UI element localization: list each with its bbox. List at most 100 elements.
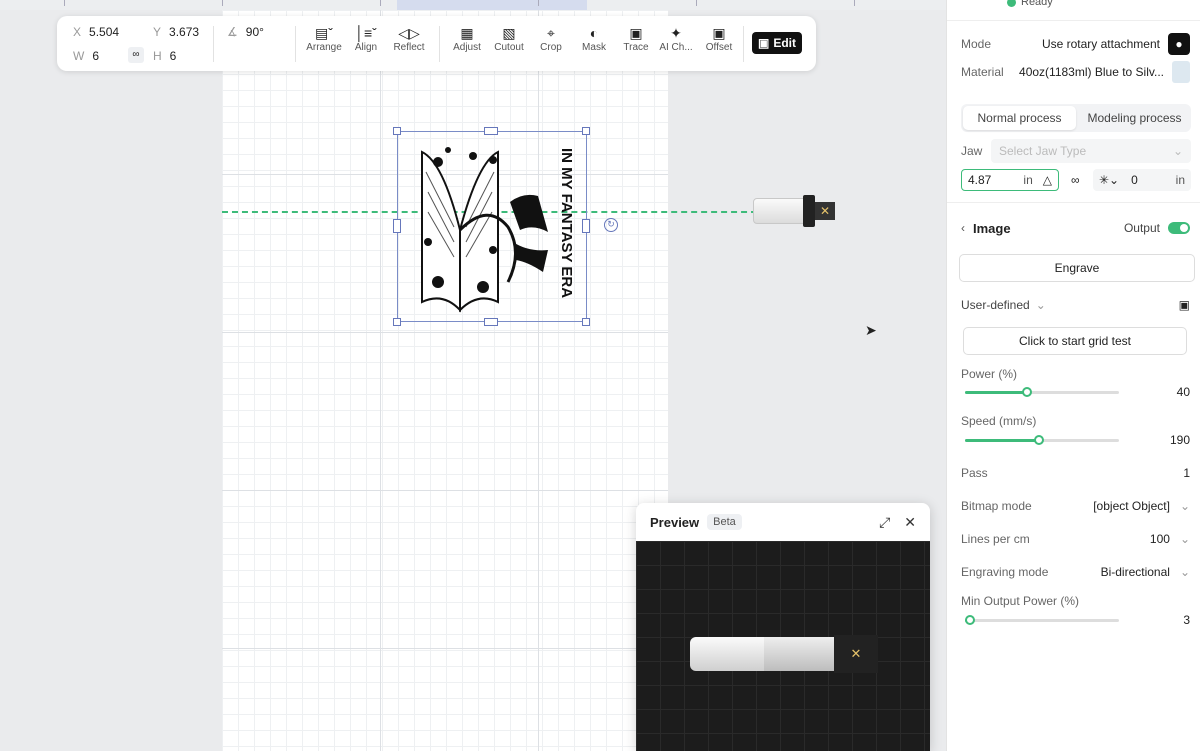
link-icon[interactable]: ∞ xyxy=(1065,169,1085,191)
lock-ratio-icon[interactable]: ∞ xyxy=(128,47,144,63)
cutout-button[interactable]: ▧ Cutout xyxy=(487,24,531,53)
preview-3d-stage[interactable]: ✕ xyxy=(636,541,930,751)
design-artwork: IN MY FANTASY ERA xyxy=(421,147,575,313)
material-value: 40oz(1183ml) Blue to Silv... xyxy=(1019,65,1164,79)
close-icon[interactable]: ✕ xyxy=(904,514,916,531)
pass-row[interactable]: Pass 1 xyxy=(961,466,1190,480)
speed-slider[interactable] xyxy=(965,435,1119,445)
min-power-value[interactable]: 3 xyxy=(1147,613,1190,627)
resize-handle-w[interactable] xyxy=(393,219,401,233)
min-power-slider[interactable] xyxy=(965,615,1119,625)
ruler-tick xyxy=(380,0,381,6)
material-thumbnail[interactable] xyxy=(1172,61,1190,83)
y-field[interactable]: Y 3.673 xyxy=(153,25,199,39)
diameter-input[interactable]: 4.87 in △ xyxy=(961,169,1059,191)
offset-target-icon: ✳⌄ xyxy=(1099,173,1120,187)
status-row: Ready xyxy=(1007,0,1190,8)
trace-button[interactable]: ▣ Trace xyxy=(614,24,658,53)
ai-sparkle-icon: ✦ xyxy=(670,25,682,41)
offset-input[interactable]: ✳⌄ 0 in xyxy=(1093,169,1191,191)
grid-line xyxy=(222,490,668,491)
lines-per-cm-row[interactable]: Lines per cm 100 ⌄ xyxy=(961,532,1190,546)
mask-button[interactable]: ◐ Mask xyxy=(572,24,616,53)
preset-row[interactable]: User-defined ⌄ ▣ xyxy=(961,295,1190,315)
save-preset-icon[interactable]: ▣ xyxy=(1179,298,1190,312)
tumbler-lid xyxy=(803,195,815,227)
image-section-header: ‹ Image Output xyxy=(961,218,1190,238)
h-field[interactable]: H6 xyxy=(153,49,176,63)
resize-handle-sw[interactable] xyxy=(393,318,401,326)
power-slider-fill xyxy=(965,391,1027,394)
preview-lid-icon: ✕ xyxy=(834,635,878,673)
grid-line xyxy=(380,10,381,751)
crop-button[interactable]: ⌖ Crop xyxy=(529,24,573,53)
power-label-row: Power (%) xyxy=(961,367,1018,381)
top-ruler xyxy=(0,0,946,10)
chevron-down-icon: ⌄ xyxy=(1035,298,1046,312)
resize-handle-ne[interactable] xyxy=(582,127,590,135)
power-value[interactable]: 40 xyxy=(1147,385,1190,399)
toolbar-divider xyxy=(213,26,214,62)
resize-handle-s[interactable] xyxy=(484,318,498,326)
arrange-button[interactable]: ▤ˇ Arrange xyxy=(302,24,346,53)
x-field[interactable]: X 5.504 xyxy=(73,25,119,39)
preview-engraving xyxy=(764,637,834,671)
ruler-tick xyxy=(222,0,223,6)
expand-icon[interactable]: ⤢ xyxy=(879,514,890,531)
grid-test-button[interactable]: Click to start grid test xyxy=(963,327,1187,355)
tab-normal-process[interactable]: Normal process xyxy=(963,106,1076,130)
resize-handle-n[interactable] xyxy=(484,127,498,135)
align-button[interactable]: │≡ˇ Align xyxy=(344,24,388,53)
offset-button[interactable]: ▣ Offset xyxy=(697,24,741,53)
resize-handle-nw[interactable] xyxy=(393,127,401,135)
engraving-mode-row[interactable]: Engraving mode Bi-directional ⌄ xyxy=(961,565,1190,579)
toolbar-divider xyxy=(295,26,296,62)
preview-window: Preview Beta ⤢ ✕ ✕ xyxy=(636,503,930,751)
process-tabs: Normal process Modeling process xyxy=(961,104,1191,132)
design-selection[interactable]: IN MY FANTASY ERA xyxy=(397,131,587,322)
tumbler-close-icon[interactable]: ✕ xyxy=(815,202,835,220)
power-slider[interactable] xyxy=(965,387,1119,397)
object-toolbar: X 5.504 Y 3.673 W6 ∞ H6 ∡ 90° ▤ˇ Arrange │≡ˇ… xyxy=(57,16,816,71)
ruler-tick xyxy=(696,0,697,6)
ai-chat-button[interactable]: ✦ AI Ch... xyxy=(654,24,698,53)
divider xyxy=(947,20,1200,21)
back-chevron-icon[interactable]: ‹ xyxy=(961,221,965,235)
min-power-slider-knob[interactable] xyxy=(965,615,975,625)
ruler-highlight xyxy=(397,0,587,10)
adjust-button[interactable]: ▦ Adjust xyxy=(445,24,489,53)
chevron-down-icon: ⌄ xyxy=(1179,499,1190,513)
crop-icon: ⌖ xyxy=(547,25,555,41)
measure-icon[interactable]: △ xyxy=(1043,173,1052,187)
rotary-icon[interactable]: ● xyxy=(1168,33,1190,55)
w-field[interactable]: W6 xyxy=(73,49,99,63)
engrave-button[interactable]: Engrave xyxy=(959,254,1195,282)
edit-button[interactable]: ▣ Edit xyxy=(752,32,802,54)
tab-modeling-process[interactable]: Modeling process xyxy=(1078,104,1191,132)
grid-line xyxy=(538,10,539,751)
speed-slider-knob[interactable] xyxy=(1034,435,1044,445)
jaw-type-select[interactable]: Select Jaw Type ⌄ xyxy=(991,139,1191,163)
output-toggle[interactable] xyxy=(1168,222,1190,234)
preview-title: Preview xyxy=(650,514,700,530)
ruler-tick xyxy=(854,0,855,6)
power-slider-knob[interactable] xyxy=(1022,387,1032,397)
chevron-down-icon: ⌄ xyxy=(1179,532,1190,546)
reflect-icon: ◁▷ xyxy=(398,25,420,41)
adjust-icon: ▦ xyxy=(460,25,474,41)
rotation-field[interactable]: ∡ 90° xyxy=(227,25,264,39)
material-row[interactable]: Material 40oz(1183ml) Blue to Silv... xyxy=(961,61,1190,83)
mode-row[interactable]: Mode Use rotary attachment ● xyxy=(961,33,1190,55)
status-dot-icon xyxy=(1007,0,1016,7)
rotate-handle-icon[interactable]: ↻ xyxy=(604,218,618,232)
arrange-icon: ▤ˇ xyxy=(315,25,333,41)
reflect-button[interactable]: ◁▷ Reflect xyxy=(387,24,431,53)
grid-line xyxy=(222,648,668,649)
trace-icon: ▣ xyxy=(629,25,643,41)
work-canvas[interactable] xyxy=(222,10,668,751)
bitmap-mode-row[interactable]: Bitmap mode [object Object] ⌄ xyxy=(961,499,1190,513)
resize-handle-e[interactable] xyxy=(582,219,590,233)
resize-handle-se[interactable] xyxy=(582,318,590,326)
speed-value[interactable]: 190 xyxy=(1147,433,1190,447)
status-text: Ready xyxy=(1021,0,1053,8)
